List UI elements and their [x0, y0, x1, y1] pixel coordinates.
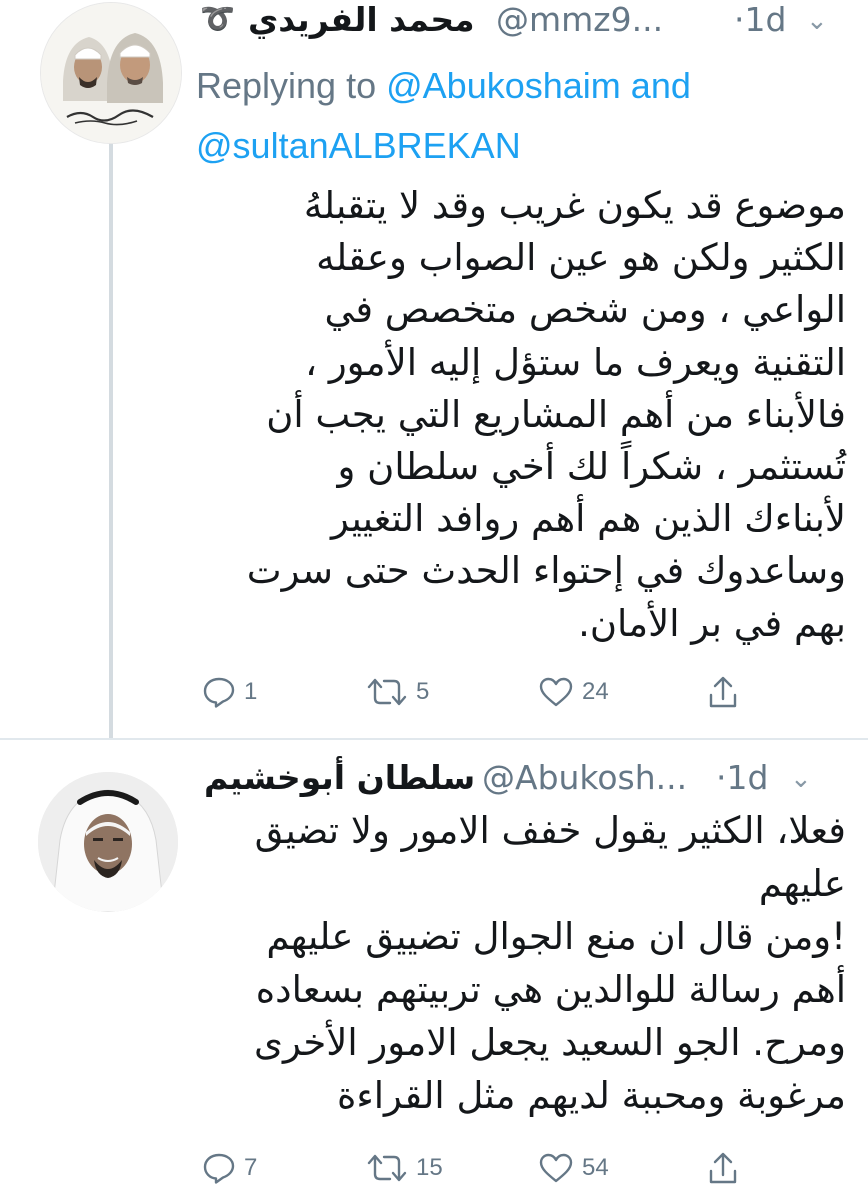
author-handle[interactable]: @Abukosh...	[482, 758, 687, 797]
tweet-text-line: التقنية ويعرف ما ستؤل إليه الأمور ،	[305, 340, 846, 384]
tweet-text-line: وساعدوك في إحتواء الحدث حتى سرت	[246, 549, 846, 593]
avatar[interactable]	[38, 772, 178, 912]
reply-button[interactable]: 7	[202, 1148, 257, 1188]
tweet-text-line: عليهم	[758, 862, 846, 905]
share-button[interactable]	[708, 1148, 738, 1188]
like-button[interactable]: 24	[538, 672, 609, 712]
author-name[interactable]: سلطان أبوخشيم	[204, 758, 475, 797]
heart-icon	[539, 677, 573, 707]
reply-button[interactable]: 1	[202, 672, 257, 712]
share-icon	[709, 1152, 737, 1184]
timestamp[interactable]: ·1d	[734, 0, 786, 39]
reply-count: 1	[244, 678, 258, 705]
reply-count: 7	[244, 1154, 258, 1181]
tweet-text-line: لأبناءك الذين هم أهم روافد التغيير	[331, 497, 846, 541]
share-button[interactable]	[708, 672, 738, 712]
avatar-image	[38, 772, 178, 912]
tweet-text-line: فعلا، الكثير يقول خفف الامور ولا تضيق	[254, 809, 846, 852]
heart-icon	[539, 1153, 573, 1183]
tweet-text-line: أهم رسالة للوالدين هي تربيتهم بسعاده	[255, 968, 846, 1011]
tweet-text-line: ومرح. الجو السعيد يجعل الامور الأخرى	[254, 1021, 846, 1064]
tweet-text-line: تُستثمر ، شكراً لك أخي سلطان و	[337, 445, 846, 489]
replying-prefix: Replying to	[196, 65, 377, 106]
tweet-text-line: فالأبناء من أهم المشاريع التي يجب أن	[266, 392, 846, 436]
tweet[interactable]: ➰ محمد الفريدي @mmz9... ·1d ⌄ Replying t…	[0, 0, 868, 738]
tweet-text-line: موضوع قد يكون غريب وقد لا يتقبلهُ	[303, 184, 846, 227]
retweet-icon	[367, 678, 407, 706]
share-icon	[709, 676, 737, 708]
retweet-count: 5	[416, 678, 430, 705]
reply-icon	[203, 1153, 235, 1184]
tweet[interactable]: سلطان أبوخشيم @Abukosh... ·1d ⌄ فعلا، ال…	[0, 740, 868, 1200]
tweet-text-line: !ومن قال ان منع الجوال تضييق عليهم	[266, 915, 846, 958]
retweet-button[interactable]: 5	[366, 672, 429, 712]
tweet-text: موضوع قد يكون غريب وقد لا يتقبلهُ الكثير…	[196, 180, 846, 650]
tweet-actions: 7 15 54	[196, 1148, 756, 1188]
retweet-count: 15	[416, 1154, 443, 1181]
tweet-text-line: بهم في بر الأمان.	[578, 601, 846, 645]
like-count: 54	[582, 1154, 609, 1181]
curl-icon: ➰	[200, 2, 235, 35]
like-count: 24	[582, 678, 609, 705]
replying-to: Replying to @Abukoshaim and @sultanALBRE…	[196, 56, 836, 176]
tweet-text-line: مرغوبة ومحببة لديهم مثل القراءة	[336, 1074, 846, 1117]
tweet-actions: 1 5 24	[196, 672, 756, 712]
retweet-button[interactable]: 15	[366, 1148, 443, 1188]
chevron-down-icon[interactable]: ⌄	[790, 764, 812, 794]
tweet-text-line: الواعي ، ومن شخص متخصص في	[324, 288, 847, 332]
tweet-text-line: الكثير ولكن هو عين الصواب وعقله	[316, 236, 846, 280]
like-button[interactable]: 54	[538, 1148, 609, 1188]
author-handle[interactable]: @mmz9...	[496, 0, 663, 39]
reply-icon	[203, 677, 235, 708]
chevron-down-icon[interactable]: ⌄	[806, 6, 828, 36]
mention-conjunction: and	[630, 65, 691, 106]
avatar-image	[41, 3, 181, 143]
tweet-header: ➰ محمد الفريدي @mmz9... ·1d ⌄	[196, 0, 842, 40]
mention-link[interactable]: @Abukoshaim	[386, 65, 621, 106]
avatar[interactable]	[40, 2, 182, 144]
thread-line	[109, 142, 113, 738]
mention-link[interactable]: @sultanALBREKAN	[196, 125, 521, 166]
retweet-icon	[367, 1154, 407, 1182]
timestamp[interactable]: ·1d	[716, 758, 768, 797]
author-name[interactable]: محمد الفريدي	[248, 0, 475, 39]
tweet-text: فعلا، الكثير يقول خفف الامور ولا تضيق عل…	[196, 804, 846, 1122]
tweet-header: سلطان أبوخشيم @Abukosh... ·1d ⌄	[196, 758, 826, 798]
